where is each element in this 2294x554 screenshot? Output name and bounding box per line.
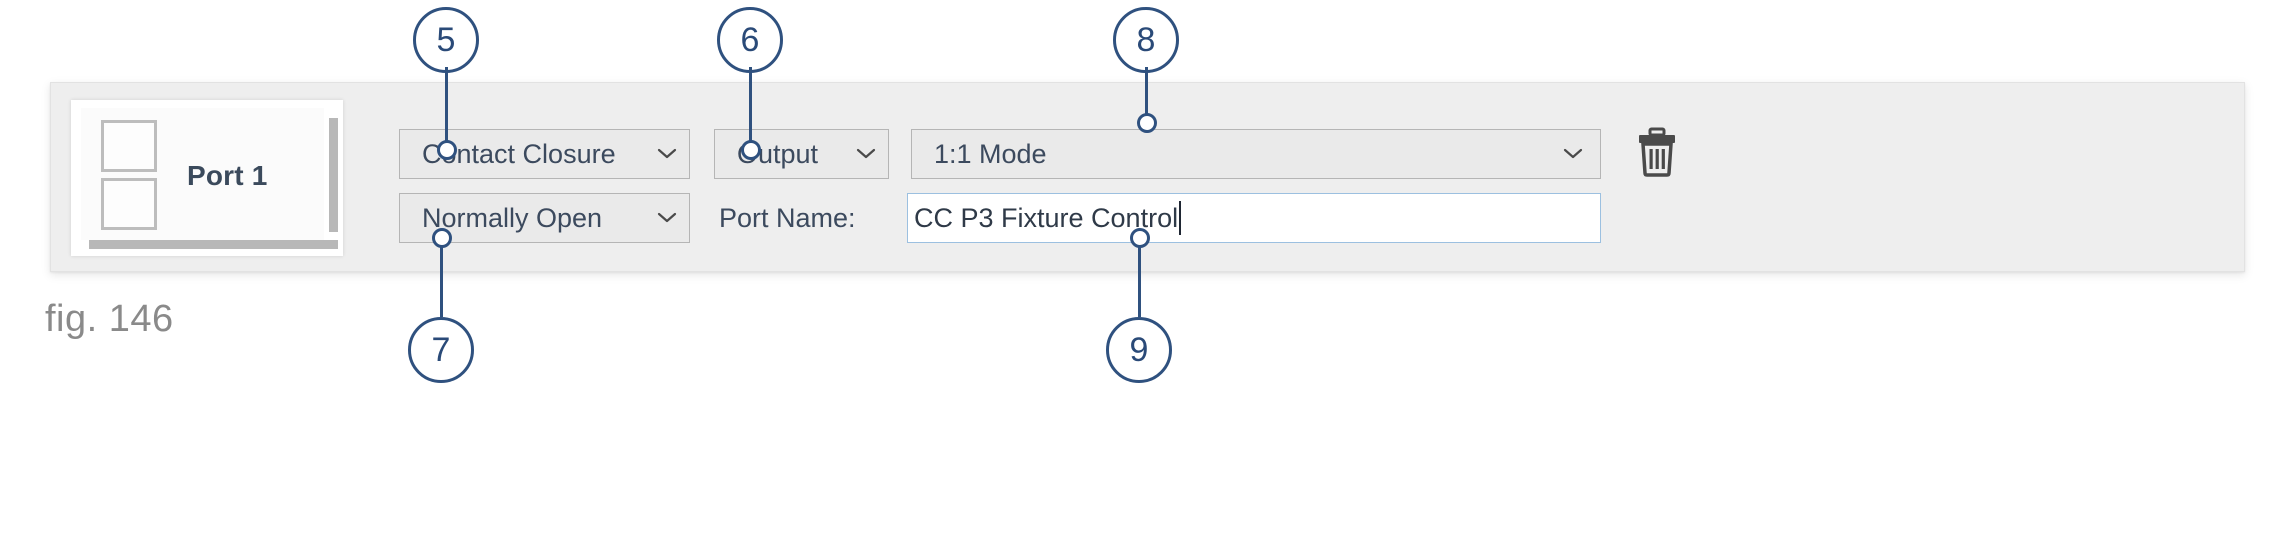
callout-9-stem — [1137, 241, 1141, 317]
terminal-square-bottom-icon — [101, 178, 157, 230]
direction-select-value: Output — [737, 138, 819, 169]
callout-5-number: 5 — [413, 7, 479, 73]
mode-select[interactable]: 1:1 Mode — [911, 129, 1601, 179]
port-card-edge-bottom — [89, 240, 338, 249]
callout-6-number: 6 — [717, 7, 783, 73]
callout-8-number: 8 — [1113, 7, 1179, 73]
direction-select[interactable]: Output — [714, 129, 889, 179]
callout-8-dot — [1137, 113, 1157, 133]
figure-caption: fig. 146 — [45, 298, 174, 340]
callout-6-stem — [748, 67, 752, 147]
delete-port-button[interactable] — [1629, 125, 1685, 183]
port-card-edge-right — [329, 118, 338, 232]
callout-9-dot — [1130, 228, 1150, 248]
chevron-down-icon — [1546, 148, 1600, 160]
mode-select-value: 1:1 Mode — [934, 138, 1047, 169]
callout-7-number: 7 — [408, 317, 474, 383]
callout-9-number: 9 — [1106, 317, 1172, 383]
chevron-down-icon — [645, 148, 689, 160]
callout-7-stem — [439, 241, 443, 317]
port-name-input[interactable]: CC P3 Fixture Control — [907, 193, 1601, 243]
port-icon-card: Port 1 — [71, 100, 343, 256]
callout-5-dot — [437, 140, 457, 160]
type-select-value: Contact Closure — [422, 138, 616, 169]
port-icon-inner: Port 1 — [81, 108, 324, 240]
terminal-square-top-icon — [101, 120, 157, 172]
figure-container: Port 1 Contact Closure Normally Open Out… — [0, 0, 2294, 554]
callout-5-stem — [444, 67, 448, 147]
callout-6-dot — [741, 140, 761, 160]
trash-icon — [1635, 127, 1679, 182]
text-cursor — [1179, 201, 1182, 235]
chevron-down-icon — [645, 212, 689, 224]
port-label: Port 1 — [187, 160, 268, 191]
chevron-down-icon — [844, 148, 888, 160]
port-name-label: Port Name: — [719, 203, 856, 233]
callout-7-dot — [432, 228, 452, 248]
